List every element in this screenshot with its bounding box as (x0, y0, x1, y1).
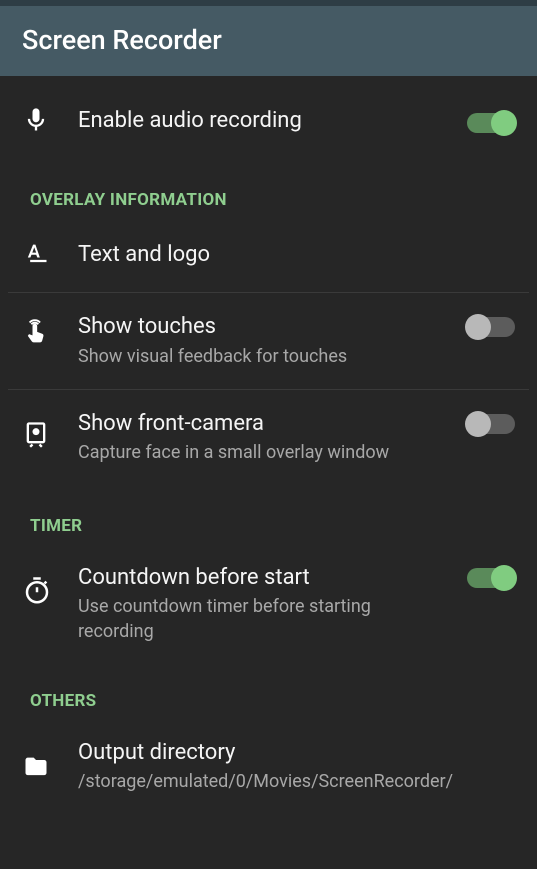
audio-toggle[interactable] (467, 113, 515, 133)
settings-list: Enable audio recording OVERLAY INFORMATI… (0, 76, 537, 814)
touch-icon (22, 319, 50, 351)
setting-show-touches[interactable]: Show touches Show visual feedback for to… (0, 293, 537, 389)
section-header-overlay: OVERLAY INFORMATION (0, 166, 537, 218)
setting-subtitle: /storage/emulated/0/Movies/ScreenRecorde… (78, 769, 503, 794)
countdown-toggle[interactable] (467, 568, 515, 588)
setting-front-camera[interactable]: Show front-camera Capture face in a smal… (0, 390, 537, 486)
setting-title: Text and logo (78, 241, 503, 270)
front-camera-toggle[interactable] (467, 414, 515, 434)
setting-title: Countdown before start (78, 564, 443, 593)
text-format-icon (22, 240, 50, 272)
setting-subtitle: Use countdown timer before starting reco… (78, 594, 443, 644)
setting-countdown[interactable]: Countdown before start Use countdown tim… (0, 544, 537, 665)
page-title: Screen Recorder (22, 24, 515, 56)
setting-title: Enable audio recording (78, 107, 443, 136)
setting-title: Output directory (78, 739, 503, 768)
folder-icon (22, 753, 50, 785)
setting-output-directory[interactable]: Output directory /storage/emulated/0/Mov… (0, 719, 537, 815)
front-camera-icon (22, 420, 50, 452)
setting-title: Show touches (78, 313, 443, 342)
section-header-others: OTHERS (0, 665, 537, 719)
setting-enable-audio[interactable]: Enable audio recording (0, 76, 537, 166)
setting-subtitle: Capture face in a small overlay window (78, 440, 443, 465)
setting-subtitle: Show visual feedback for touches (78, 344, 443, 369)
setting-title: Show front-camera (78, 410, 443, 439)
section-header-timer: TIMER (0, 486, 537, 544)
touches-toggle[interactable] (467, 317, 515, 337)
mic-icon (22, 106, 50, 138)
setting-text-logo[interactable]: Text and logo (0, 218, 537, 292)
timer-icon (22, 576, 52, 610)
app-bar: Screen Recorder (0, 6, 537, 76)
